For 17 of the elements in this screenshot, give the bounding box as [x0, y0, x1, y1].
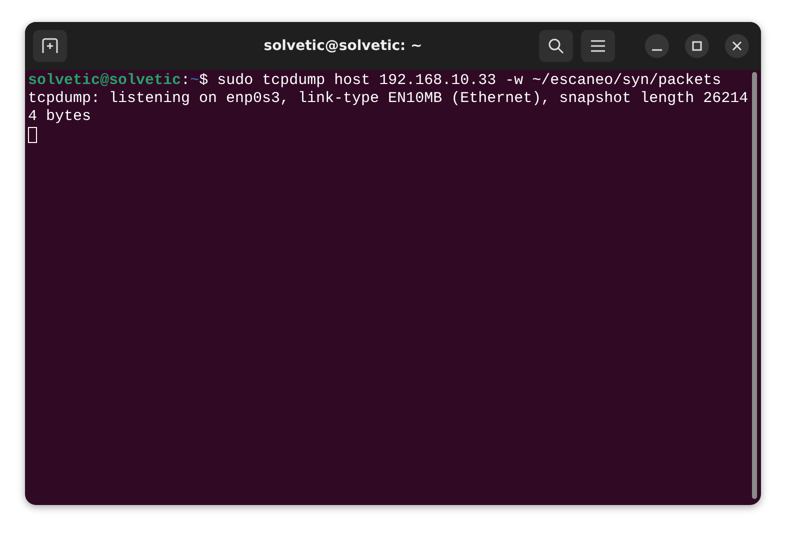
close-icon: [732, 41, 742, 51]
output-line: 4 bytes: [28, 108, 92, 126]
minimize-icon: [652, 48, 662, 50]
minimize-button[interactable]: [645, 34, 669, 58]
new-tab-icon: [41, 38, 59, 54]
prompt-line: solvetic@solvetic:~$ sudo tcpdump host 192.168.10.33 -w ~/escaneo/syn/packets: [28, 72, 722, 90]
maximize-button[interactable]: [685, 34, 709, 58]
search-icon: [548, 38, 564, 54]
window-title: solvetic@solvetic: ~: [262, 38, 424, 54]
close-button[interactable]: [725, 34, 749, 58]
maximize-icon: [692, 41, 702, 51]
new-tab-button[interactable]: [33, 30, 67, 62]
menu-button[interactable]: [581, 30, 615, 62]
scrollbar[interactable]: [752, 72, 757, 499]
menu-icon: [591, 40, 605, 52]
search-button[interactable]: [539, 30, 573, 62]
output-line: tcpdump: listening on enp0s3, link-type EN10MB (Ethernet), snapshot length 26214: [28, 90, 750, 108]
